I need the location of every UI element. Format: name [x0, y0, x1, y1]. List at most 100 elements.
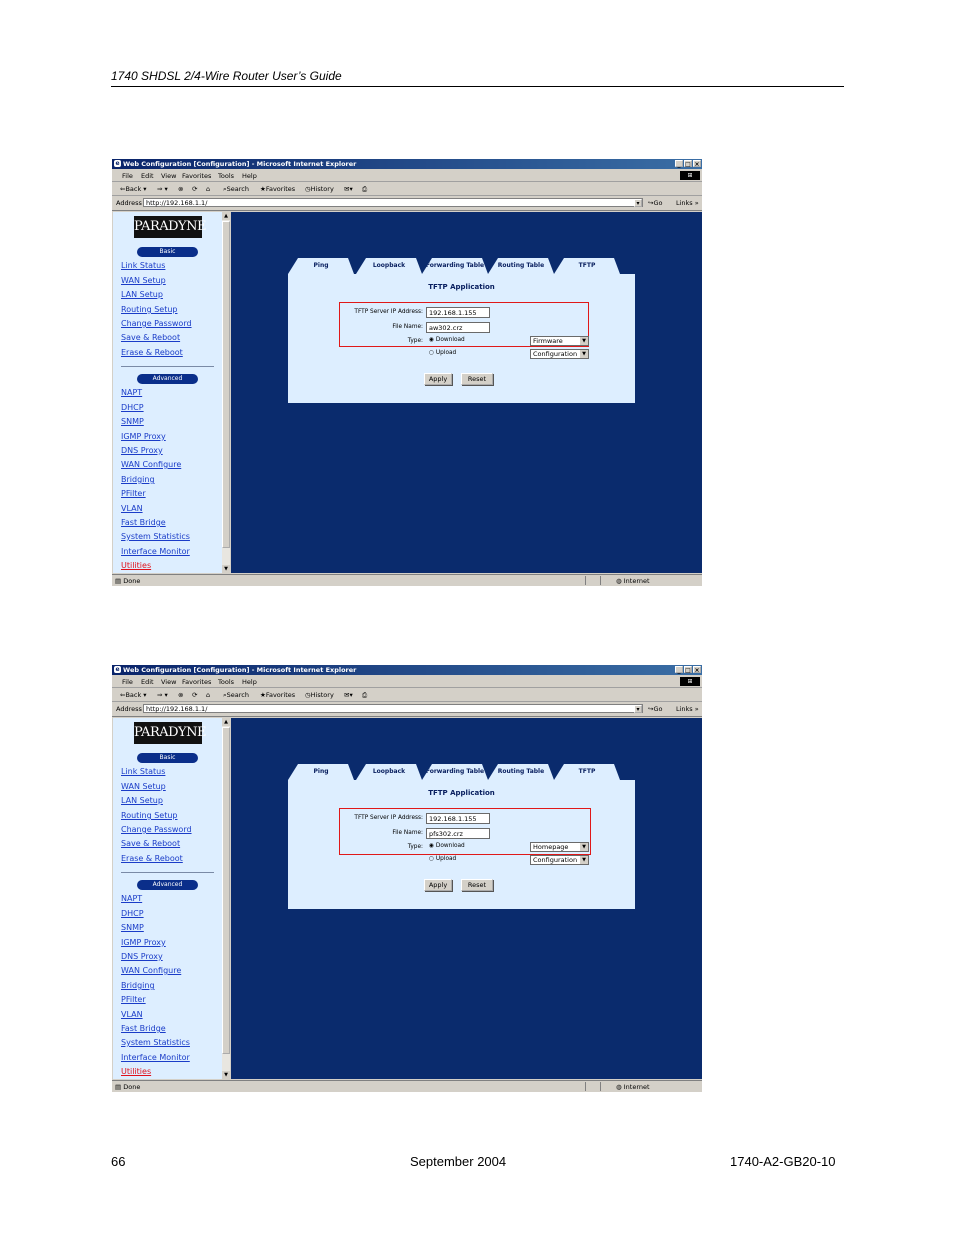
menu-edit[interactable]: Edit — [141, 172, 154, 180]
nav-link-status[interactable]: Link Status — [121, 261, 165, 270]
nav-snmp[interactable]: SNMP — [121, 923, 144, 932]
download-type-select[interactable]: Firmware ▼ — [530, 336, 589, 346]
upload-type-select[interactable]: Configuration ▼ — [530, 855, 589, 865]
apply-button[interactable]: Apply — [424, 373, 452, 385]
minimize-icon[interactable]: _ — [675, 666, 683, 674]
nav-fast-bridge[interactable]: Fast Bridge — [121, 1024, 166, 1033]
tab-forwarding-table[interactable]: Forwarding Table — [422, 764, 488, 780]
nav-utilities[interactable]: Utilities — [121, 1067, 151, 1076]
sidebar-scrollbar[interactable]: ▲ ▼ — [222, 718, 230, 1079]
scroll-thumb[interactable] — [222, 727, 230, 1054]
tab-forwarding-table[interactable]: Forwarding Table — [422, 258, 488, 274]
scroll-down-icon[interactable]: ▼ — [222, 1071, 230, 1079]
nav-vlan[interactable]: VLAN — [121, 504, 143, 513]
menu-help[interactable]: Help — [242, 678, 257, 686]
nav-lan-setup[interactable]: LAN Setup — [121, 290, 163, 299]
reset-button[interactable]: Reset — [461, 879, 493, 891]
nav-erase-reboot[interactable]: Erase & Reboot — [121, 348, 183, 357]
menu-tools[interactable]: Tools — [218, 678, 234, 686]
nav-dhcp[interactable]: DHCP — [121, 403, 144, 412]
apply-button[interactable]: Apply — [424, 879, 452, 891]
tab-ping[interactable]: Ping — [288, 258, 354, 274]
links-button[interactable]: Links » — [676, 199, 699, 207]
go-button[interactable]: ↪Go — [648, 705, 662, 713]
nav-wan-configure[interactable]: WAN Configure — [121, 966, 181, 975]
download-radio[interactable]: ◉ Download — [429, 337, 465, 343]
file-name-input[interactable]: pfs302.crz — [426, 828, 490, 839]
nav-snmp[interactable]: SNMP — [121, 417, 144, 426]
stop-icon[interactable]: ⊗ — [178, 691, 183, 699]
nav-bridging[interactable]: Bridging — [121, 475, 155, 484]
menu-file[interactable]: File — [122, 172, 133, 180]
stop-icon[interactable]: ⊗ — [178, 185, 183, 193]
address-input[interactable]: http://192.168.1.1/ — [143, 704, 643, 713]
nav-system-statistics[interactable]: System Statistics — [121, 1038, 190, 1047]
address-input[interactable]: http://192.168.1.1/ — [143, 198, 643, 207]
nav-utilities[interactable]: Utilities — [121, 561, 151, 570]
menu-favorites[interactable]: Favorites — [182, 678, 211, 686]
server-ip-input[interactable]: 192.168.1.155 — [426, 813, 490, 824]
tab-ping[interactable]: Ping — [288, 764, 354, 780]
nav-interface-monitor[interactable]: Interface Monitor — [121, 1053, 190, 1062]
nav-pfilter[interactable]: PFilter — [121, 489, 146, 498]
home-icon[interactable]: ⌂ — [206, 185, 210, 193]
nav-link-status[interactable]: Link Status — [121, 767, 165, 776]
maximize-icon[interactable]: □ — [684, 160, 692, 168]
tab-routing-table[interactable]: Routing Table — [488, 258, 554, 274]
mail-icon[interactable]: ✉▾ — [344, 185, 353, 193]
mail-icon[interactable]: ✉▾ — [344, 691, 353, 699]
favorites-button[interactable]: ★Favorites — [260, 691, 295, 699]
nav-routing-setup[interactable]: Routing Setup — [121, 305, 178, 314]
nav-system-statistics[interactable]: System Statistics — [121, 532, 190, 541]
upload-type-select[interactable]: Configuration ▼ — [530, 349, 589, 359]
nav-wan-setup[interactable]: WAN Setup — [121, 782, 166, 791]
tab-loopback[interactable]: Loopback — [356, 764, 422, 780]
file-name-input[interactable]: aw302.crz — [426, 322, 490, 333]
nav-routing-setup[interactable]: Routing Setup — [121, 811, 178, 820]
favorites-button[interactable]: ★Favorites — [260, 185, 295, 193]
forward-button[interactable]: ⇒ ▾ — [157, 185, 168, 193]
nav-lan-setup[interactable]: LAN Setup — [121, 796, 163, 805]
scroll-thumb[interactable] — [222, 221, 230, 548]
tab-tftp[interactable]: TFTP — [554, 258, 620, 274]
nav-change-password[interactable]: Change Password — [121, 825, 192, 834]
nav-bridging[interactable]: Bridging — [121, 981, 155, 990]
menu-view[interactable]: View — [161, 172, 176, 180]
tab-tftp[interactable]: TFTP — [554, 764, 620, 780]
nav-napt[interactable]: NAPT — [121, 388, 142, 397]
back-button[interactable]: ⇐Back ▾ — [120, 691, 147, 699]
nav-fast-bridge[interactable]: Fast Bridge — [121, 518, 166, 527]
nav-wan-setup[interactable]: WAN Setup — [121, 276, 166, 285]
nav-dhcp[interactable]: DHCP — [121, 909, 144, 918]
nav-dns-proxy[interactable]: DNS Proxy — [121, 446, 163, 455]
address-dropdown-icon[interactable]: ▾ — [634, 705, 642, 713]
menu-edit[interactable]: Edit — [141, 678, 154, 686]
print-icon[interactable]: ⎙ — [362, 691, 367, 700]
tab-routing-table[interactable]: Routing Table — [488, 764, 554, 780]
menu-help[interactable]: Help — [242, 172, 257, 180]
history-button[interactable]: ◷History — [305, 691, 334, 699]
maximize-icon[interactable]: □ — [684, 666, 692, 674]
search-button[interactable]: ⌕Search — [223, 185, 249, 194]
nav-wan-configure[interactable]: WAN Configure — [121, 460, 181, 469]
address-dropdown-icon[interactable]: ▾ — [634, 199, 642, 207]
menu-file[interactable]: File — [122, 678, 133, 686]
scroll-up-icon[interactable]: ▲ — [222, 718, 230, 726]
close-icon[interactable]: × — [693, 666, 701, 674]
sidebar-scrollbar[interactable]: ▲ ▼ — [222, 212, 230, 573]
nav-vlan[interactable]: VLAN — [121, 1010, 143, 1019]
forward-button[interactable]: ⇒ ▾ — [157, 691, 168, 699]
links-button[interactable]: Links » — [676, 705, 699, 713]
history-button[interactable]: ◷History — [305, 185, 334, 193]
nav-pfilter[interactable]: PFilter — [121, 995, 146, 1004]
nav-napt[interactable]: NAPT — [121, 894, 142, 903]
download-type-select[interactable]: Homepage ▼ — [530, 842, 589, 852]
nav-dns-proxy[interactable]: DNS Proxy — [121, 952, 163, 961]
refresh-icon[interactable]: ⟳ — [192, 185, 197, 193]
nav-save-reboot[interactable]: Save & Reboot — [121, 333, 180, 342]
go-button[interactable]: ↪Go — [648, 199, 662, 207]
minimize-icon[interactable]: _ — [675, 160, 683, 168]
print-icon[interactable]: ⎙ — [362, 185, 367, 194]
download-radio[interactable]: ◉ Download — [429, 843, 465, 849]
nav-igmp-proxy[interactable]: IGMP Proxy — [121, 432, 166, 441]
